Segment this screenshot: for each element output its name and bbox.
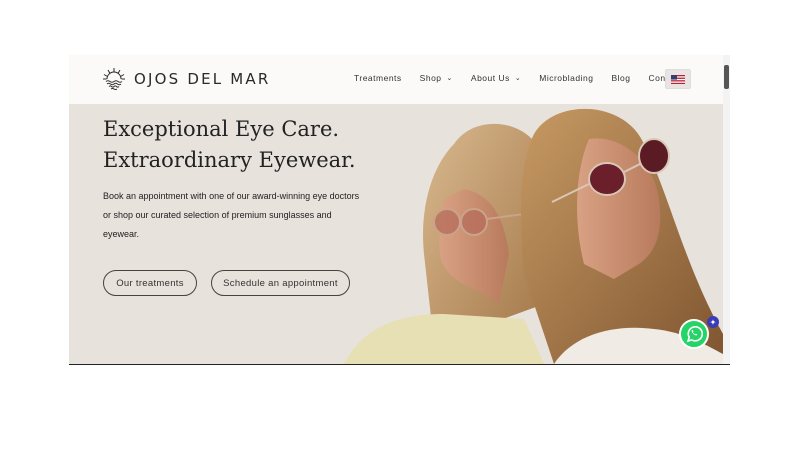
- nav-label: About Us: [470, 73, 510, 83]
- language-switcher[interactable]: [665, 69, 691, 89]
- brand-logo[interactable]: OJOS DEL MAR: [102, 67, 271, 91]
- sun-waves-icon: [103, 68, 125, 90]
- nav-label: Treatments: [354, 73, 402, 83]
- our-treatments-button[interactable]: Our treatments: [103, 270, 197, 296]
- nav-label: Shop: [419, 73, 442, 83]
- site-header: OJOS DEL MAR Treatments Shop ⌄ About Us …: [69, 55, 723, 104]
- whatsapp-icon: [679, 319, 709, 349]
- brand-name: OJOS DEL MAR: [134, 70, 271, 88]
- sparkle-badge-icon[interactable]: ✦: [707, 316, 719, 328]
- nav-item-blog[interactable]: Blog: [611, 73, 630, 83]
- whatsapp-chat-button[interactable]: [679, 319, 709, 349]
- website-frame: OJOS DEL MAR Treatments Shop ⌄ About Us …: [69, 55, 730, 364]
- schedule-appointment-button[interactable]: Schedule an appointment: [211, 270, 350, 296]
- nav-item-microblading[interactable]: Microblading: [539, 73, 593, 83]
- hero-photo: [344, 108, 723, 364]
- us-flag-icon: [671, 74, 685, 84]
- hero-title-line-1: Exceptional Eye Care.: [103, 117, 340, 141]
- page-scrollbar[interactable]: [723, 55, 730, 364]
- frame-bottom-border: [69, 364, 730, 365]
- nav-label: Microblading: [539, 73, 594, 83]
- main-nav: Treatments Shop ⌄ About Us ⌄ Microbladin…: [354, 73, 699, 83]
- nav-item-about-us[interactable]: About Us ⌄: [471, 73, 521, 83]
- hero-title-line-2: Extraordinary Eyewear.: [103, 148, 356, 172]
- scrollbar-thumb[interactable]: [724, 65, 729, 89]
- nav-label: Blog: [611, 73, 631, 83]
- hero-description: Book an appointment with one of our awar…: [103, 191, 360, 239]
- hero-section: Exceptional Eye Care. Extraordinary Eyew…: [69, 104, 723, 364]
- nav-item-treatments[interactable]: Treatments: [354, 73, 402, 83]
- chevron-down-icon: ⌄: [446, 75, 453, 82]
- chevron-down-icon: ⌄: [514, 75, 522, 82]
- hero-title: Exceptional Eye Care. Extraordinary Eyew…: [103, 114, 356, 176]
- nav-item-shop[interactable]: Shop ⌄: [420, 73, 453, 83]
